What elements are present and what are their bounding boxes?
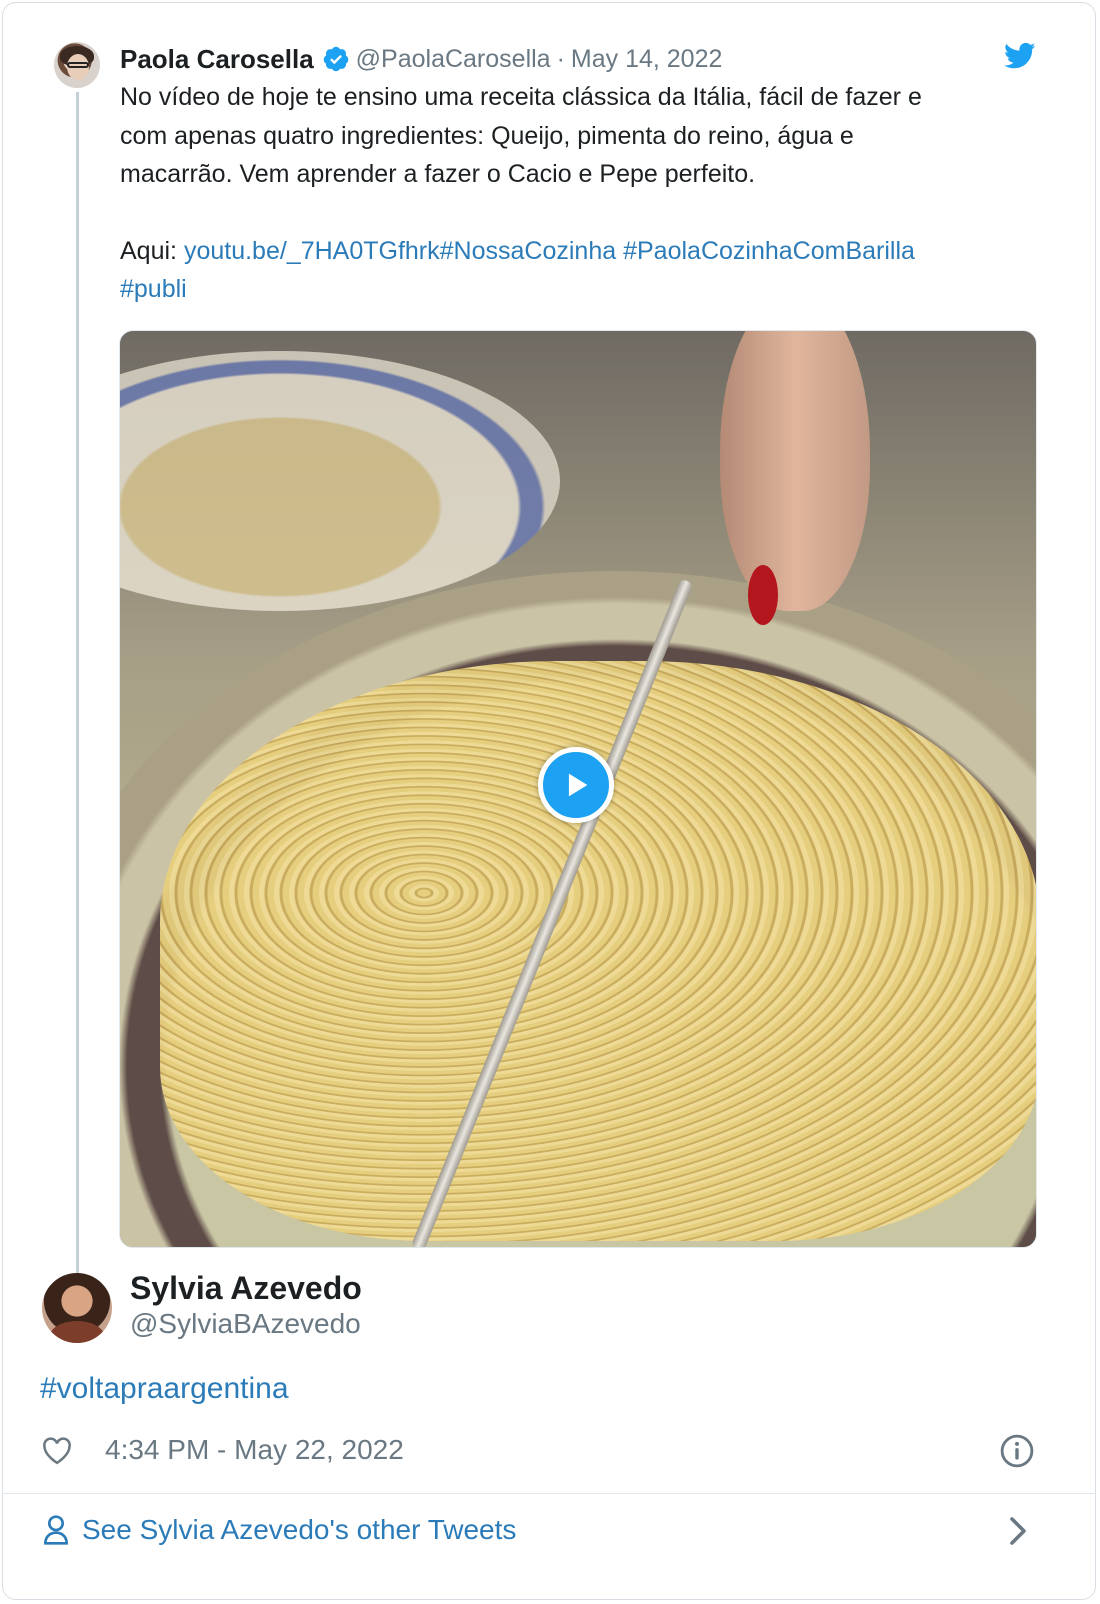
tweet-text-line: macarrão. Vem aprender a fazer o Cacio e… bbox=[120, 160, 756, 188]
see-other-tweets-link[interactable]: See Sylvia Azevedo's other Tweets bbox=[42, 1512, 516, 1548]
quoted-author-name[interactable]: Paola Carosella bbox=[120, 44, 314, 75]
hashtag-voltapraargentina[interactable]: #voltapraargentina bbox=[40, 1372, 289, 1406]
sylvia-avatar[interactable] bbox=[42, 1273, 112, 1343]
play-button[interactable] bbox=[538, 747, 614, 823]
tweet-author-handle[interactable]: @SylviaBAzevedo bbox=[130, 1308, 361, 1340]
tweet-text-line: No vídeo de hoje te ensino uma receita c… bbox=[120, 83, 922, 111]
quoted-tweet-header: Paola Carosella @PaolaCarosella · May 14… bbox=[120, 42, 722, 76]
quoted-tweet-date[interactable]: May 14, 2022 bbox=[571, 45, 723, 74]
hashtag-publi[interactable]: #publi bbox=[120, 275, 187, 303]
links-prefix: Aqui: bbox=[120, 236, 184, 265]
youtube-link[interactable]: youtu.be/_7HA0TGfhrk bbox=[184, 237, 440, 265]
see-other-tweets-label: See Sylvia Azevedo's other Tweets bbox=[82, 1514, 517, 1545]
chevron-right-icon[interactable] bbox=[1008, 1516, 1028, 1546]
play-icon bbox=[568, 773, 588, 797]
thread-line bbox=[76, 92, 79, 1292]
person-icon bbox=[43, 1515, 69, 1545]
quoted-author-handle[interactable]: @PaolaCarosella bbox=[356, 45, 551, 74]
tweet-timestamp[interactable]: 4:34 PM - May 22, 2022 bbox=[105, 1434, 404, 1466]
hashtag-nossacozinha[interactable]: #NossaCozinha bbox=[440, 237, 617, 265]
twitter-bird-icon[interactable] bbox=[1004, 42, 1036, 70]
verified-badge-icon bbox=[323, 46, 348, 72]
info-icon[interactable] bbox=[1000, 1434, 1034, 1468]
footer-divider bbox=[2, 1493, 1096, 1494]
tweet-author-name[interactable]: Sylvia Azevedo bbox=[130, 1270, 362, 1307]
quoted-tweet-text: No vídeo de hoje te ensino uma receita c… bbox=[120, 78, 1040, 309]
tweet-text-line: com apenas quatro ingredientes: Queijo, … bbox=[120, 121, 854, 150]
hashtag-paolacozinhacombarilla[interactable]: #PaolaCozinhaComBarilla bbox=[623, 237, 915, 265]
header-separator: · bbox=[556, 44, 565, 73]
heart-icon[interactable] bbox=[42, 1437, 72, 1465]
paola-avatar[interactable] bbox=[54, 42, 100, 88]
